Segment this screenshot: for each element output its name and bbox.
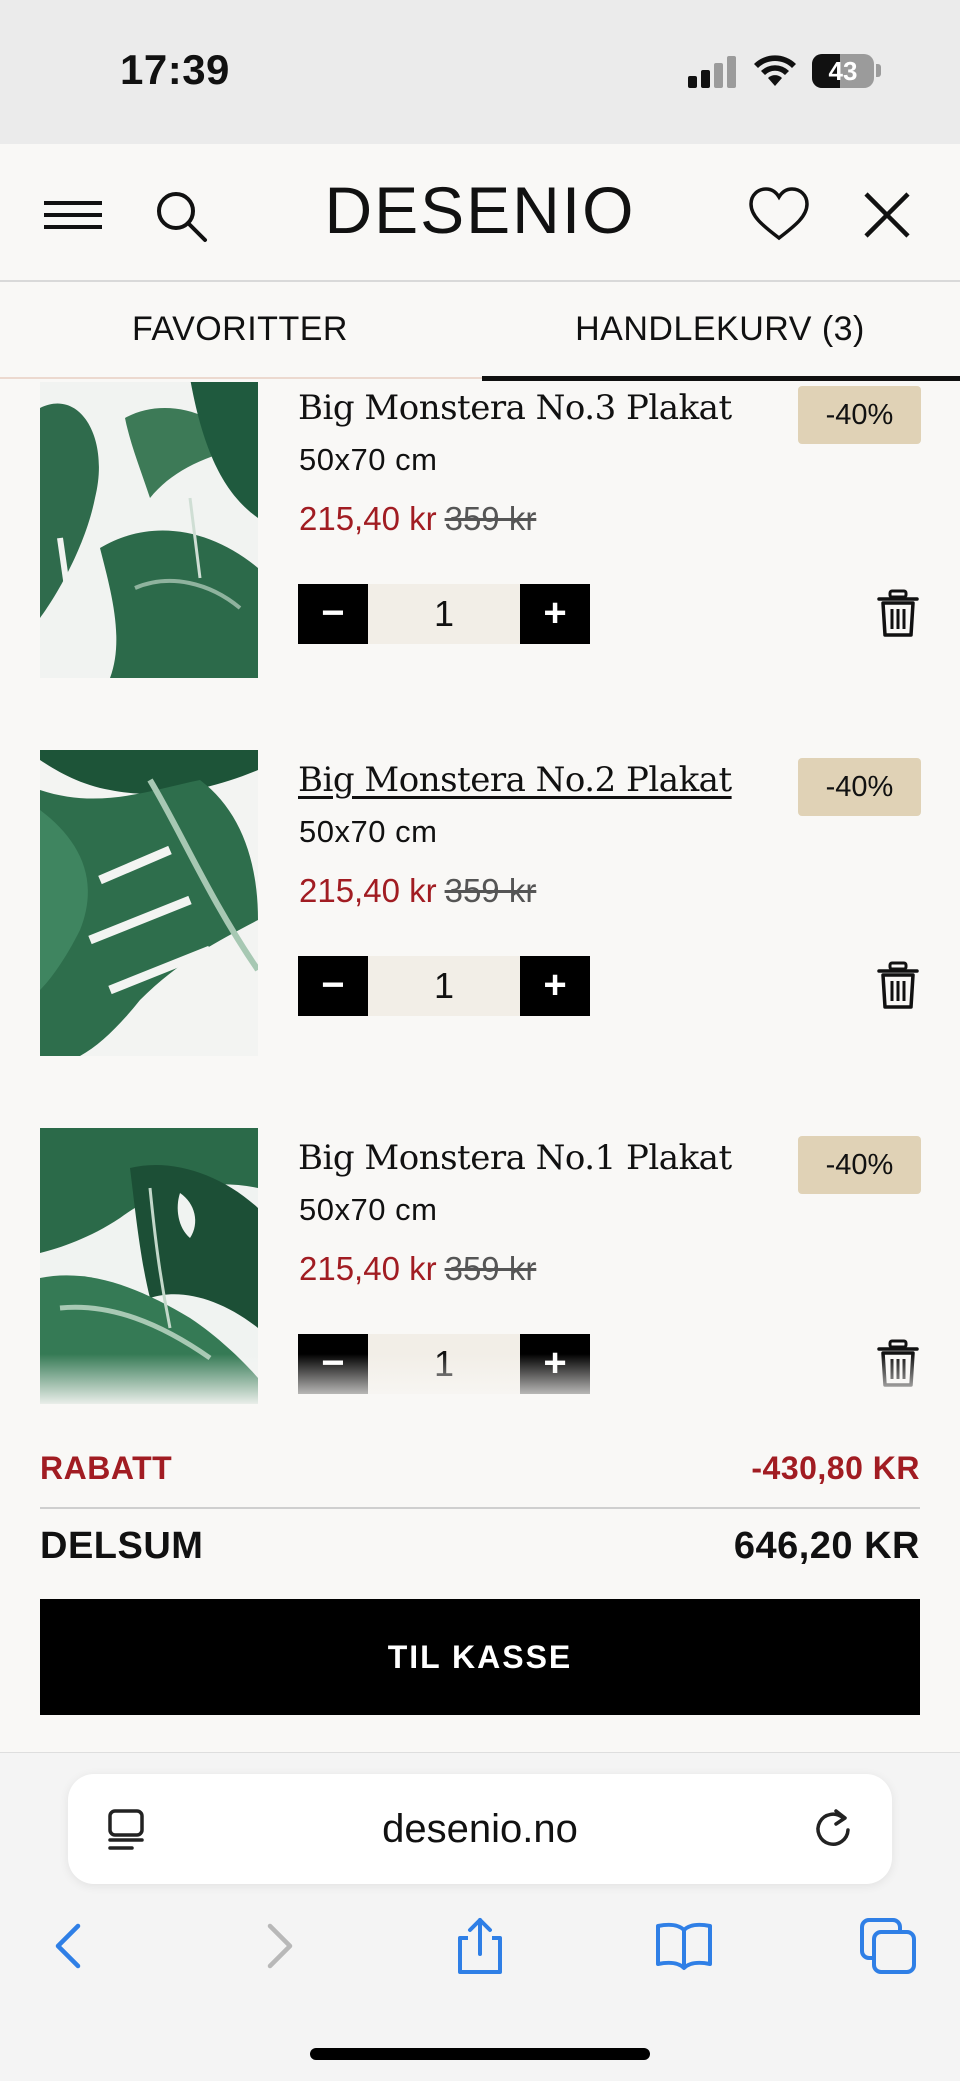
subtotal-label: DELSUM: [40, 1525, 204, 1567]
product-image[interactable]: [40, 750, 258, 1056]
cart-tabs: FAVORITTER HANDLEKURV (3): [0, 284, 960, 381]
share-icon[interactable]: [450, 1916, 510, 1976]
product-price: 215,40 kr 359 kr: [299, 500, 536, 538]
battery-icon: 43: [812, 54, 874, 88]
discount-value: -430,80 KR: [751, 1450, 920, 1486]
status-time: 17:39: [120, 46, 230, 93]
totals-divider: [40, 1507, 920, 1509]
product-image[interactable]: [40, 382, 258, 678]
active-tab-indicator: [482, 376, 960, 381]
increase-quantity-button[interactable]: +: [520, 584, 590, 644]
decrease-quantity-button[interactable]: −: [298, 956, 368, 1016]
battery-level: 43: [828, 56, 858, 86]
quantity-value[interactable]: 1: [368, 1334, 520, 1394]
close-icon[interactable]: [852, 180, 922, 250]
trash-icon[interactable]: [876, 1339, 920, 1389]
discount-label: RABATT: [40, 1450, 173, 1486]
reload-icon[interactable]: [810, 1806, 856, 1852]
trash-icon[interactable]: [876, 961, 920, 1011]
discount-badge: -40%: [798, 1136, 921, 1194]
checkout-button[interactable]: TIL KASSE: [40, 1599, 920, 1715]
quantity-stepper: − 1 +: [298, 1334, 590, 1394]
decrease-quantity-button[interactable]: −: [298, 584, 368, 644]
status-bar: 17:39 43: [0, 0, 960, 144]
cart-item: Big Monstera No.3 Plakat 50x70 cm 215,40…: [0, 382, 960, 698]
product-price: 215,40 kr 359 kr: [299, 1250, 536, 1288]
forward-icon[interactable]: [248, 1916, 308, 1976]
decrease-quantity-button[interactable]: −: [298, 1334, 368, 1394]
original-price: 359 kr: [444, 872, 537, 909]
signal-icon: [688, 56, 738, 88]
site-logo[interactable]: DESENIO: [0, 172, 960, 248]
discount-badge: -40%: [798, 386, 921, 444]
product-size: 50x70 cm: [299, 814, 438, 849]
app-screen: 17:39 43 DESENIO FAVORITTER HANDLEKURV (…: [0, 0, 960, 2081]
bookmarks-icon[interactable]: [654, 1916, 714, 1976]
heart-icon[interactable]: [744, 180, 814, 250]
search-icon[interactable]: [145, 180, 215, 250]
trash-icon[interactable]: [876, 589, 920, 639]
reader-icon[interactable]: [104, 1808, 148, 1852]
site-header: DESENIO: [0, 144, 960, 282]
subtotal-value: 646,20 KR: [733, 1525, 920, 1567]
cart-item-list[interactable]: Big Monstera No.3 Plakat 50x70 cm 215,40…: [0, 382, 960, 1404]
cart-item: Big Monstera No.1 Plakat 50x70 cm 215,40…: [0, 1128, 960, 1404]
tab-underline: [0, 377, 482, 379]
original-price: 359 kr: [444, 1250, 537, 1287]
battery-cap: [876, 64, 881, 77]
back-icon[interactable]: [40, 1916, 100, 1976]
quantity-stepper: − 1 +: [298, 584, 590, 644]
tab-handlekurv[interactable]: HANDLEKURV (3): [480, 284, 960, 380]
quantity-value[interactable]: 1: [368, 956, 520, 1016]
sale-price: 215,40 kr: [299, 1250, 437, 1287]
increase-quantity-button[interactable]: +: [520, 956, 590, 1016]
product-name[interactable]: Big Monstera No.1 Plakat: [298, 1138, 732, 1178]
cart-item: Big Monstera No.2 Plakat 50x70 cm 215,40…: [0, 750, 960, 1070]
product-image[interactable]: [40, 1128, 258, 1404]
wifi-icon: [754, 55, 796, 86]
sale-price: 215,40 kr: [299, 500, 437, 537]
address-bar[interactable]: desenio.no: [68, 1774, 892, 1884]
menu-icon[interactable]: [38, 180, 108, 250]
home-indicator: [310, 2048, 650, 2060]
sale-price: 215,40 kr: [299, 872, 437, 909]
tabs-icon[interactable]: [858, 1916, 918, 1976]
original-price: 359 kr: [444, 500, 537, 537]
quantity-value[interactable]: 1: [368, 584, 520, 644]
quantity-stepper: − 1 +: [298, 956, 590, 1016]
product-size: 50x70 cm: [299, 1192, 438, 1227]
product-price: 215,40 kr 359 kr: [299, 872, 536, 910]
discount-badge: -40%: [798, 758, 921, 816]
product-size: 50x70 cm: [299, 442, 438, 477]
url-text: desenio.no: [382, 1807, 578, 1851]
product-name[interactable]: Big Monstera No.2 Plakat: [298, 760, 732, 800]
product-name[interactable]: Big Monstera No.3 Plakat: [298, 388, 732, 428]
increase-quantity-button[interactable]: +: [520, 1334, 590, 1394]
tab-favoritter[interactable]: FAVORITTER: [0, 284, 480, 380]
